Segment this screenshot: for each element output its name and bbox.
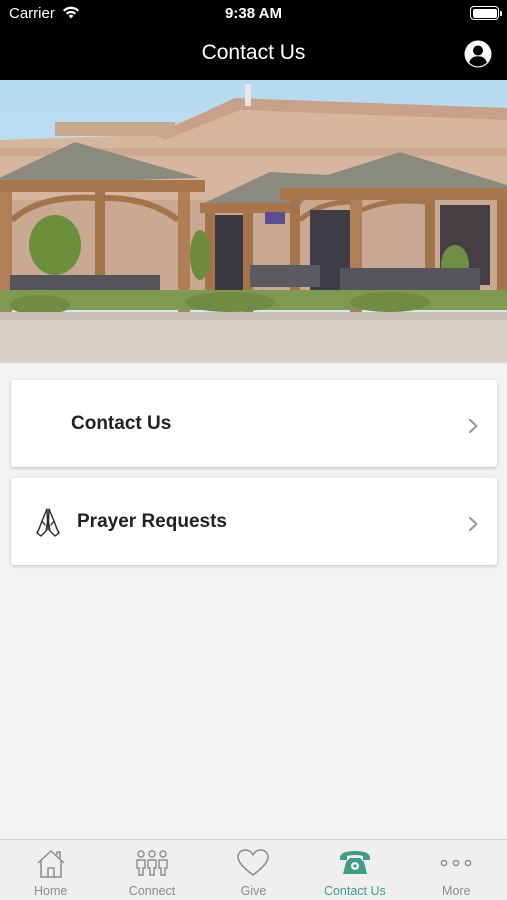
telephone-icon (339, 851, 370, 874)
status-bar: Carrier 9:38 AM (0, 0, 507, 28)
people-icon (136, 850, 168, 876)
tab-label: Home (34, 884, 68, 898)
tab-contact-us[interactable]: Contact Us (304, 840, 405, 900)
tab-more[interactable]: More (406, 840, 507, 900)
more-dots-icon (440, 859, 472, 867)
battery-icon (470, 6, 502, 20)
chevron-right-icon (468, 516, 478, 532)
prayer-requests-row[interactable]: Prayer Requests (11, 478, 497, 565)
person-circle-icon[interactable] (464, 40, 492, 68)
home-icon (37, 850, 65, 878)
page-title: Contact Us (201, 41, 306, 64)
tab-label: More (442, 884, 471, 898)
contact-us-row[interactable]: Contact Us (11, 380, 497, 467)
tab-give[interactable]: Give (203, 840, 304, 900)
tab-connect[interactable]: Connect (101, 840, 202, 900)
heart-icon (237, 849, 270, 876)
clock: 9:38 AM (225, 5, 282, 22)
tab-label: Connect (128, 884, 176, 898)
navigation-bar: Contact Us (0, 28, 507, 80)
hero-image (0, 80, 507, 363)
chevron-right-icon (468, 418, 478, 434)
praying-hands-icon (36, 508, 60, 537)
tab-label: Contact Us (323, 884, 386, 898)
tab-label: Give (240, 884, 267, 898)
tab-home[interactable]: Home (0, 840, 101, 900)
tab-bar: Home Connect Give Contact Us More (0, 839, 507, 900)
prayer-requests-label: Prayer Requests (77, 511, 227, 532)
contact-us-label: Contact Us (71, 413, 172, 434)
